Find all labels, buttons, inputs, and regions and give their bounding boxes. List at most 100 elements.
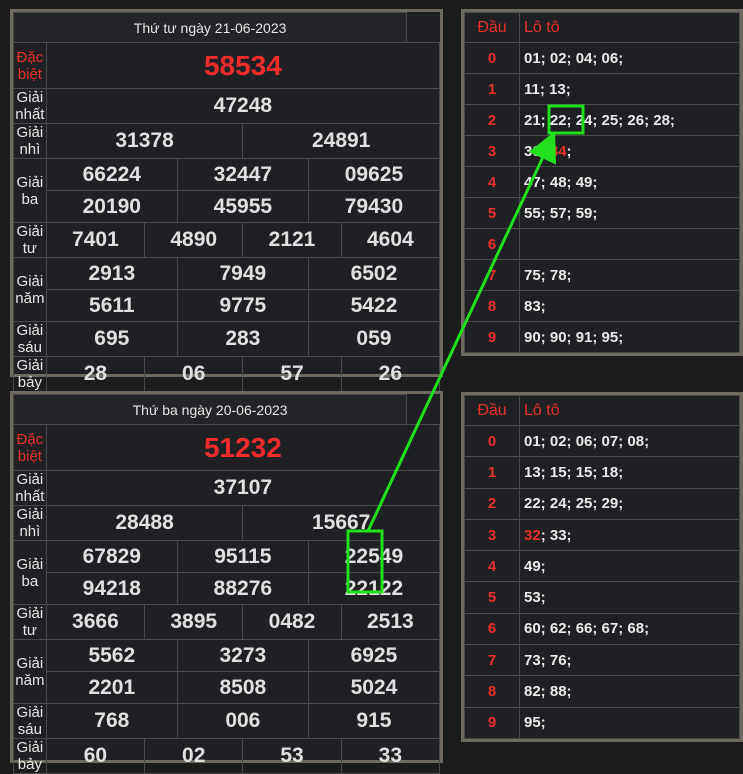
prize-number: 4890 <box>144 222 244 258</box>
loto-values: 21; 22; 24; 25; 26; 28; <box>519 104 740 136</box>
prize-number: 5611 <box>45 289 178 322</box>
results-table-top: Thứ tư ngày 21-06-2023 Đặc biệt 58534 Gi… <box>10 9 443 392</box>
prize-label-special: Đặc biệt <box>13 424 47 471</box>
loto-head: 1 <box>464 73 520 105</box>
loto-values: 82; 88; <box>519 675 740 708</box>
prize-number: 53 <box>242 738 342 774</box>
loto-head: 3 <box>464 518 520 552</box>
prize-label-third: Giải ba <box>13 540 47 605</box>
loto-values: 49; <box>519 550 740 583</box>
prize-number: 6502 <box>307 257 441 290</box>
prize-label-seventh: Giải bảy <box>13 738 47 774</box>
prize-label-second: Giải nhì <box>13 123 47 159</box>
prize-label-first: Giải nhất <box>13 88 47 124</box>
results-table-bottom: Thứ ba ngày 20-06-2023 Đặc biệt 51232 Gi… <box>10 391 443 774</box>
prize-number: 57 <box>242 356 342 392</box>
prize-number: 33 <box>340 738 441 774</box>
prize-number: 695 <box>45 321 178 357</box>
prize-label-fifth: Giải năm <box>13 257 47 322</box>
prize-number: 37107 <box>45 470 441 506</box>
prize-number: 20190 <box>45 190 178 223</box>
loto-values: 60; 62; 66; 67; 68; <box>519 612 740 646</box>
loto-head: 3 <box>464 135 520 167</box>
prize-number: 67829 <box>45 540 178 573</box>
prize-number: 2201 <box>45 671 178 704</box>
loto-values: 13; 15; 15; 18; <box>519 456 740 489</box>
prize-number: 006 <box>176 703 309 739</box>
loto-head: 0 <box>464 42 520 74</box>
loto-value-label: Lô tô <box>519 395 740 426</box>
loto-values: 32; 33; <box>519 518 740 552</box>
prize-number: 7401 <box>45 222 146 258</box>
prize-label-seventh: Giải bảy <box>13 356 47 392</box>
loto-values: 75; 78; <box>519 259 740 291</box>
prize-number: 2121 <box>242 222 342 258</box>
prize-number: 7949 <box>176 257 309 290</box>
prize-number: 24891 <box>242 123 440 159</box>
prize-number: 2913 <box>45 257 178 290</box>
prize-number: 22549 <box>307 540 441 573</box>
prize-number: 3273 <box>176 639 309 672</box>
prize-number: 8508 <box>176 671 309 704</box>
loto-head: 2 <box>464 104 520 136</box>
loto-head: 2 <box>464 487 520 520</box>
loto-head: 4 <box>464 550 520 583</box>
prize-label-fourth: Giải tư <box>13 604 47 640</box>
prize-label-special: Đặc biệt <box>13 42 47 89</box>
prize-number: 02 <box>144 738 244 774</box>
prize-number: 915 <box>307 703 441 739</box>
loto-value-label: Lô tô <box>519 12 740 43</box>
prize-number: 28488 <box>45 505 244 541</box>
loto-head: 9 <box>464 321 520 353</box>
prize-number: 88276 <box>176 572 309 605</box>
special-loto-number: 34 <box>549 142 567 160</box>
loto-head: 7 <box>464 259 520 291</box>
loto-values: 73; 76; <box>519 644 740 677</box>
loto-head: 8 <box>464 675 520 708</box>
special-prize-number: 58534 <box>45 42 441 89</box>
loto-values: 53; <box>519 581 740 614</box>
loto-head: 0 <box>464 424 520 458</box>
loto-values: 95; <box>519 706 740 740</box>
loto-values: 22; 24; 25; 29; <box>519 487 740 520</box>
prize-number: 5422 <box>307 289 441 322</box>
prize-number: 22122 <box>307 572 441 605</box>
loto-values: 01; 02; 06; 07; 08; <box>519 424 740 458</box>
loto-values: 01; 02; 04; 06; <box>519 42 740 74</box>
prize-label-sixth: Giải sáu <box>13 703 47 739</box>
prize-label-second: Giải nhì <box>13 505 47 541</box>
loto-values: 11; 13; <box>519 73 740 105</box>
prize-number: 5562 <box>45 639 178 672</box>
prize-number: 32447 <box>176 158 309 191</box>
prize-number: 45955 <box>176 190 309 223</box>
prize-number: 5024 <box>307 671 441 704</box>
prize-number: 66224 <box>45 158 178 191</box>
date-label: Thứ ba ngày 20-06-2023 <box>12 394 408 425</box>
special-loto-number: 32 <box>524 526 541 544</box>
prize-number: 06 <box>144 356 244 392</box>
loto-head: 5 <box>464 581 520 614</box>
loto-head: 8 <box>464 290 520 322</box>
loto-head: 7 <box>464 644 520 677</box>
prize-number: 15667 <box>242 505 440 541</box>
special-prize-number: 51232 <box>45 424 441 471</box>
prize-number: 28 <box>45 356 146 392</box>
loto-head-label: Đầu <box>464 12 520 43</box>
prize-number: 09625 <box>307 158 441 191</box>
loto-values: 47; 48; 49; <box>519 166 740 198</box>
prize-label-first: Giải nhất <box>13 470 47 506</box>
prize-number: 95115 <box>176 540 309 573</box>
prize-number: 6925 <box>307 639 441 672</box>
prize-number: 47248 <box>45 88 441 124</box>
prize-number: 768 <box>45 703 178 739</box>
prize-label-fifth: Giải năm <box>13 639 47 704</box>
prize-number: 059 <box>307 321 441 357</box>
prize-number: 0482 <box>242 604 342 640</box>
prize-number: 4604 <box>340 222 441 258</box>
loto-values: 30; 34; <box>519 135 740 167</box>
prize-label-fourth: Giải tư <box>13 222 47 258</box>
loto-values: 90; 90; 91; 95; <box>519 321 740 353</box>
date-label: Thứ tư ngày 21-06-2023 <box>12 12 408 43</box>
prize-number: 2513 <box>340 604 441 640</box>
loto-table-bottom: Đầu Lô tô 0 01; 02; 06; 07; 08; 1 13; 15; … <box>461 392 743 742</box>
